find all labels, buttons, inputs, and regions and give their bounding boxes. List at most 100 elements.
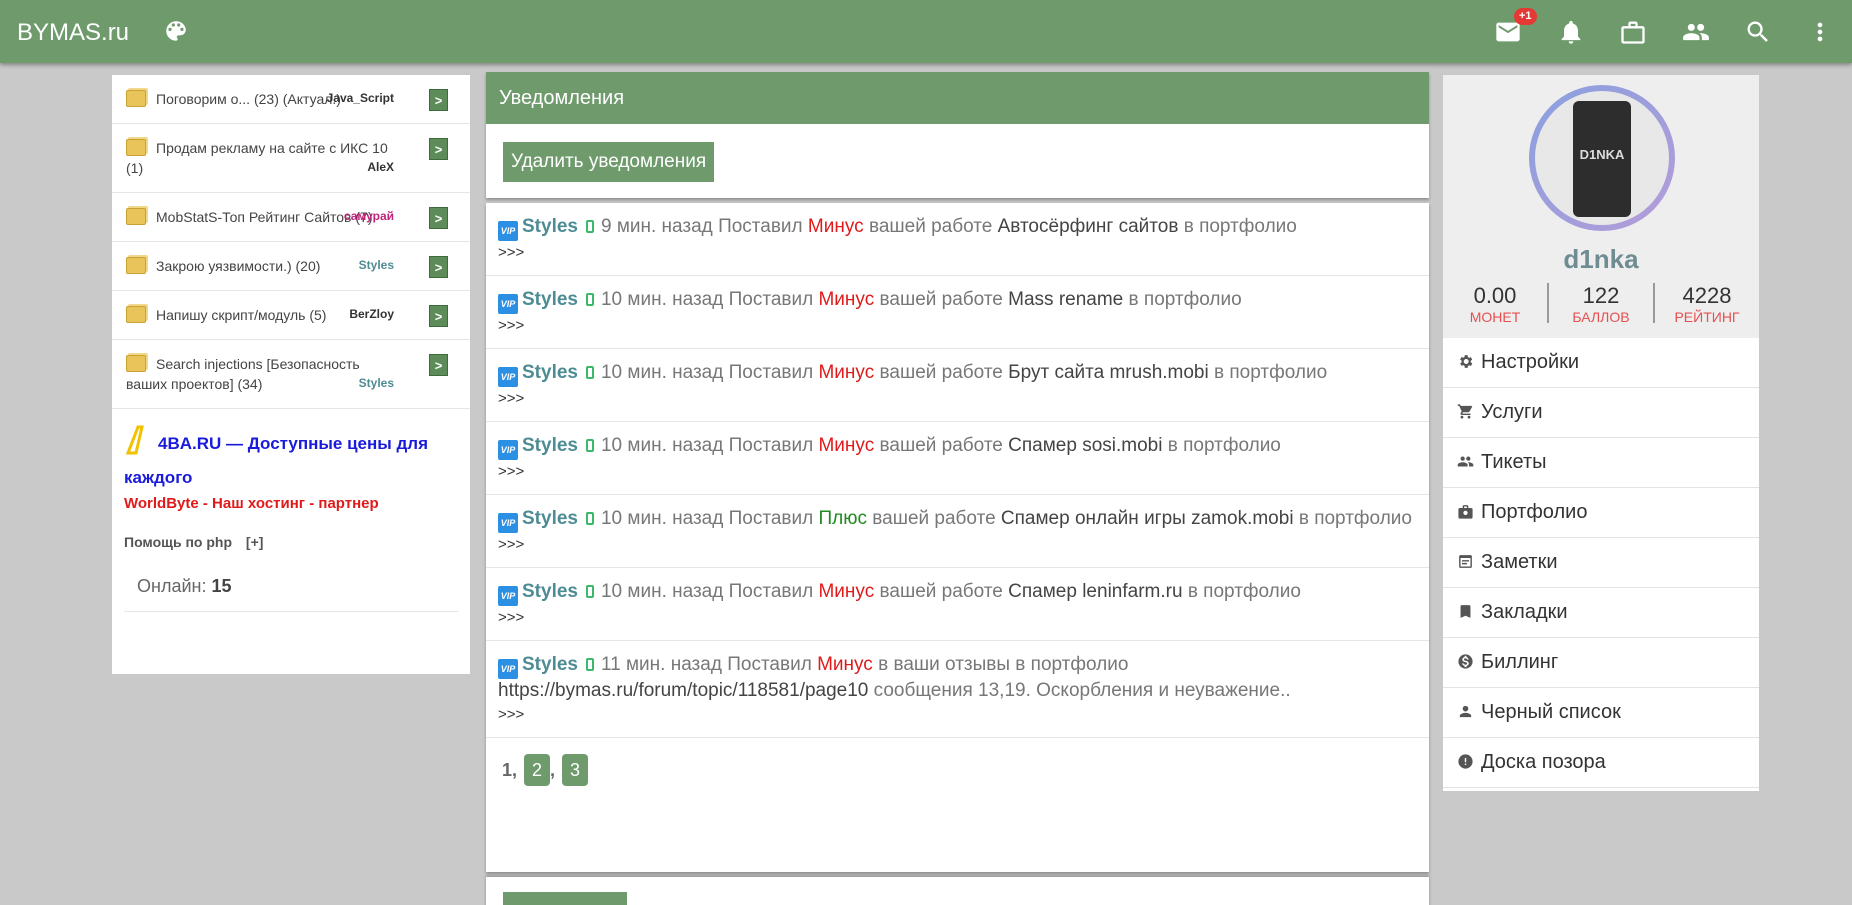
help-php-expand[interactable]: [+] bbox=[246, 534, 264, 550]
notification-work-link[interactable]: Спамер онлайн игры zamok.mobi bbox=[1001, 508, 1294, 529]
menu-item-label: Портфолио bbox=[1481, 501, 1588, 523]
menu-item[interactable]: Услуги bbox=[1443, 388, 1759, 438]
topic-title[interactable]: MobStatS-Топ Рейтинг Сайтов (7) bbox=[156, 209, 373, 225]
notification-pre: вашей работе bbox=[879, 362, 1003, 383]
menu-item[interactable]: Настройки bbox=[1443, 338, 1759, 388]
notification-user[interactable]: Styles bbox=[522, 289, 578, 310]
notification-user[interactable]: Styles bbox=[522, 581, 578, 602]
mobile-icon bbox=[585, 658, 594, 671]
notification-more-link[interactable]: >>> bbox=[498, 533, 1417, 557]
notification-work-link[interactable]: Спамер leninfarm.ru bbox=[1008, 581, 1182, 602]
page-link[interactable]: 3 bbox=[562, 754, 589, 786]
more-vert-icon[interactable] bbox=[1806, 18, 1834, 46]
menu-item-label: Услуги bbox=[1481, 401, 1543, 423]
topic-title[interactable]: Закрою уязвимости.) (20) bbox=[156, 258, 320, 274]
topic-author[interactable]: самурай bbox=[344, 206, 394, 226]
stat-coins: 0.00 монет bbox=[1443, 283, 1549, 325]
page-current: 1 bbox=[502, 760, 513, 780]
topic-item[interactable]: Продам рекламу на сайте с ИКС 10 (1) AleX… bbox=[112, 124, 470, 193]
topic-item[interactable]: Search injections [Безопасность ваших пр… bbox=[112, 340, 470, 409]
topic-item[interactable]: Поговорим о... (23) (Актуал.) Java_Script… bbox=[112, 75, 470, 124]
topic-item[interactable]: Закрою уязвимости.) (20) Styles > bbox=[112, 242, 470, 291]
topic-go-button[interactable]: > bbox=[429, 256, 448, 278]
menu-item[interactable]: Черный список bbox=[1443, 688, 1759, 738]
notification-post: в портфолио bbox=[1187, 581, 1301, 602]
topic-go-button[interactable]: > bbox=[429, 89, 448, 111]
pagination: 1, 2, 3 bbox=[486, 738, 1429, 802]
topic-author[interactable]: BerZloy bbox=[349, 304, 394, 324]
menu-item[interactable]: Доска позора bbox=[1443, 738, 1759, 788]
topic-author[interactable]: Styles bbox=[359, 373, 394, 393]
topic-go-button[interactable]: > bbox=[429, 354, 448, 376]
menu-item[interactable]: Портфолио bbox=[1443, 488, 1759, 538]
4ba-logo-icon bbox=[124, 423, 148, 457]
notification-action: Минус bbox=[817, 654, 873, 675]
topic-go-button[interactable]: > bbox=[429, 305, 448, 327]
topic-item[interactable]: Напишу скрипт/модуль (5) BerZloy > bbox=[112, 291, 470, 340]
mobile-icon bbox=[585, 585, 594, 598]
topic-title[interactable]: Напишу скрипт/модуль (5) bbox=[156, 307, 326, 323]
topic-go-button[interactable]: > bbox=[429, 207, 448, 229]
notification-more-link[interactable]: >>> bbox=[498, 703, 1417, 727]
site-logo[interactable]: BYMAS.ru bbox=[17, 19, 129, 47]
palette-icon[interactable] bbox=[163, 18, 189, 44]
topic-go-button[interactable]: > bbox=[429, 138, 448, 160]
topic-author[interactable]: Styles bbox=[359, 255, 394, 275]
alert-icon bbox=[1457, 740, 1474, 769]
notification-more-link[interactable]: >>> bbox=[498, 606, 1417, 630]
topic-title[interactable]: Поговорим о... (23) (Актуал.) bbox=[156, 91, 341, 107]
notification-user[interactable]: Styles bbox=[522, 216, 578, 237]
notification-more-link[interactable]: >>> bbox=[498, 460, 1417, 484]
notification-user[interactable]: Styles bbox=[522, 654, 578, 675]
username[interactable]: d1nka bbox=[1443, 244, 1759, 275]
bell-icon[interactable] bbox=[1557, 18, 1585, 46]
notification-verb: Поставил bbox=[727, 654, 812, 675]
topic-item[interactable]: MobStatS-Топ Рейтинг Сайтов (7) самурай > bbox=[112, 193, 470, 242]
notification-time: 9 мин. назад bbox=[600, 216, 713, 237]
notification-post: в портфолио bbox=[1214, 362, 1328, 383]
notification-work-link[interactable]: Брут сайта mrush.mobi bbox=[1008, 362, 1209, 383]
notification-work-link[interactable]: https://bymas.ru/forum/topic/118581/page… bbox=[498, 680, 868, 701]
people-icon[interactable] bbox=[1682, 18, 1710, 46]
delete-notifications-button[interactable]: Удалить уведомления bbox=[503, 142, 715, 182]
menu-item[interactable]: Заметки bbox=[1443, 538, 1759, 588]
notification-work-link[interactable]: Mass rename bbox=[1008, 289, 1123, 310]
menu-item[interactable]: Закладки bbox=[1443, 588, 1759, 638]
notification-time: 10 мин. назад bbox=[600, 289, 724, 310]
notification-action: Минус bbox=[818, 435, 875, 456]
notification-more-link[interactable]: >>> bbox=[498, 387, 1417, 411]
notification-action: Плюс bbox=[818, 508, 867, 529]
notification-user[interactable]: Styles bbox=[522, 362, 578, 383]
notification-user[interactable]: Styles bbox=[522, 435, 578, 456]
notification-user[interactable]: Styles bbox=[522, 508, 578, 529]
topic-title[interactable]: Search injections [Безопасность ваших пр… bbox=[126, 356, 360, 392]
portfolio-icon bbox=[1457, 490, 1474, 519]
avatar[interactable]: D1NKA bbox=[1529, 85, 1675, 231]
topic-author[interactable]: AleX bbox=[367, 157, 394, 177]
notification-action: Минус bbox=[818, 362, 875, 383]
notification-verb: Поставил bbox=[728, 508, 814, 529]
notification-pre: вашей работе bbox=[879, 289, 1003, 310]
page-link[interactable]: 2 bbox=[524, 754, 551, 786]
help-php-link[interactable]: Помощь по php bbox=[124, 534, 232, 550]
promo-link-4ba[interactable]: 4BA.RU — Доступные цены для каждого bbox=[124, 434, 428, 487]
menu-item[interactable]: Биллинг bbox=[1443, 638, 1759, 688]
notification-verb: Поставил bbox=[728, 289, 814, 310]
person-icon bbox=[1457, 690, 1474, 718]
briefcase-icon[interactable] bbox=[1619, 18, 1647, 46]
stat-rating: 4228 рейтинг bbox=[1674, 283, 1740, 325]
notification-item: VIP Styles 10 мин. назад Поставил Минус ва… bbox=[486, 568, 1429, 641]
search-icon[interactable] bbox=[1744, 18, 1772, 46]
notification-item: VIP Styles 10 мин. назад Поставил Минус ва… bbox=[486, 276, 1429, 349]
notification-work-link[interactable]: Спамер sosi.mobi bbox=[1008, 435, 1162, 456]
promo-link-worldbyte[interactable]: WorldByte - Наш хостинг - партнер bbox=[124, 495, 458, 512]
notification-action: Минус bbox=[818, 581, 875, 602]
menu-item[interactable]: Тикеты bbox=[1443, 438, 1759, 488]
menu-item-label: Тикеты bbox=[1481, 451, 1547, 473]
notification-work-link[interactable]: Автосёрфинг сайтов bbox=[998, 216, 1179, 237]
next-panel-button[interactable] bbox=[503, 892, 627, 905]
notification-more-link[interactable]: >>> bbox=[498, 241, 1417, 265]
topic-title[interactable]: Продам рекламу на сайте с ИКС 10 (1) bbox=[126, 140, 388, 176]
notification-more-link[interactable]: >>> bbox=[498, 314, 1417, 338]
topic-author[interactable]: Java_Script bbox=[327, 88, 394, 108]
